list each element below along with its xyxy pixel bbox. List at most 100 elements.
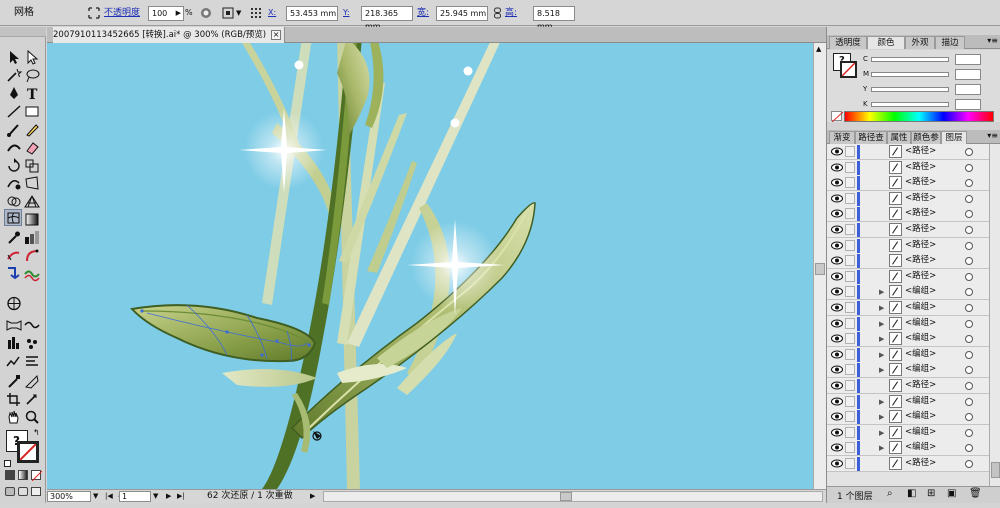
- visibility-eye-icon[interactable]: [831, 256, 843, 265]
- rotate-tool-icon[interactable]: [5, 157, 23, 174]
- target-circle-icon[interactable]: [965, 444, 973, 453]
- lock-toggle[interactable]: [845, 239, 855, 251]
- channel-y-slider[interactable]: [871, 87, 949, 92]
- visibility-eye-icon[interactable]: [831, 163, 843, 172]
- expand-triangle-icon[interactable]: ▶: [879, 429, 884, 437]
- tab-color-guide[interactable]: 颜色参: [911, 131, 941, 144]
- lock-toggle[interactable]: [845, 426, 855, 438]
- lock-toggle[interactable]: [845, 302, 855, 313]
- crosshair-tool-icon[interactable]: [5, 295, 23, 312]
- h-scroll-thumb[interactable]: [560, 492, 572, 501]
- channel-y-value[interactable]: [955, 84, 981, 95]
- crop-tool-icon[interactable]: [5, 391, 23, 408]
- height-field[interactable]: 8.518 mm: [533, 6, 575, 31]
- layer-row[interactable]: ▶ <编组>: [827, 424, 989, 441]
- tab-pathfinder[interactable]: 路径查: [855, 131, 887, 144]
- status-menu-icon[interactable]: ▶: [310, 490, 315, 503]
- channel-c-slider[interactable]: [871, 57, 949, 62]
- tab-color[interactable]: 颜色: [867, 36, 905, 49]
- opacity-label[interactable]: 不透明度: [104, 0, 140, 26]
- lock-toggle[interactable]: [845, 380, 855, 391]
- next-page-icon[interactable]: ▶: [166, 490, 171, 503]
- symbol-sprayer-tool-icon[interactable]: [5, 247, 23, 264]
- scroll-thumb[interactable]: [815, 263, 825, 275]
- perspective-grid-tool-icon[interactable]: [23, 193, 41, 210]
- target-circle-icon[interactable]: [965, 148, 973, 156]
- visibility-eye-icon[interactable]: [831, 334, 843, 343]
- visibility-eye-icon[interactable]: [831, 350, 843, 359]
- lock-toggle[interactable]: [845, 333, 855, 345]
- target-circle-icon[interactable]: [965, 226, 973, 234]
- target-circle-icon[interactable]: [965, 350, 973, 359]
- layer-row[interactable]: ▶ <编组>: [827, 300, 989, 316]
- layer-row[interactable]: <路径>: [827, 159, 989, 176]
- draw-behind-icon[interactable]: [18, 487, 28, 496]
- swap-colors-icon[interactable]: ↰: [33, 428, 40, 437]
- lock-toggle[interactable]: [845, 364, 855, 376]
- color-mode-icon[interactable]: [5, 470, 15, 480]
- blend-tool-icon[interactable]: [23, 229, 41, 246]
- target-circle-icon[interactable]: [965, 288, 973, 297]
- visibility-eye-icon[interactable]: [831, 147, 843, 156]
- layer-row[interactable]: <路径>: [827, 144, 989, 160]
- layer-row[interactable]: ▶ <编组>: [827, 393, 989, 410]
- target-circle-icon[interactable]: [965, 241, 973, 250]
- eyedropper-tool-icon[interactable]: [5, 229, 23, 246]
- tab-appearance[interactable]: 外观: [905, 36, 935, 49]
- target-circle-icon[interactable]: [965, 210, 973, 219]
- visibility-eye-icon[interactable]: [831, 287, 843, 296]
- target-circle-icon[interactable]: [965, 335, 973, 344]
- target-circle-icon[interactable]: [965, 194, 973, 203]
- target-circle-icon[interactable]: [965, 319, 973, 328]
- layer-row[interactable]: ▶ <编组>: [827, 331, 989, 348]
- magic-wand-tool-icon[interactable]: [5, 67, 23, 84]
- channel-m-value[interactable]: [955, 69, 981, 80]
- page-dropdown-icon[interactable]: ▼: [153, 490, 158, 503]
- paintbrush-tool-icon[interactable]: [5, 121, 23, 138]
- target-circle-icon[interactable]: [965, 428, 973, 437]
- lock-toggle[interactable]: [845, 442, 855, 454]
- document-tab[interactable]: 20079101134526​65 [转换].ai* @ 300% (RGB/预…: [53, 27, 286, 43]
- type-tool-icon[interactable]: T: [23, 85, 41, 103]
- page-field[interactable]: 1: [119, 491, 151, 502]
- lock-toggle[interactable]: [845, 286, 855, 298]
- pencil-tool-icon[interactable]: [23, 121, 41, 138]
- slice-select-tool-icon[interactable]: [23, 391, 41, 408]
- lock-toggle[interactable]: [845, 192, 855, 204]
- panel-menu-icon[interactable]: ▾≡: [987, 131, 998, 140]
- expand-triangle-icon[interactable]: ▶: [879, 288, 884, 296]
- lock-toggle[interactable]: [845, 177, 855, 189]
- zoom-tool-icon[interactable]: [23, 409, 41, 426]
- expand-triangle-icon[interactable]: ▶: [879, 304, 884, 312]
- target-circle-icon[interactable]: [965, 413, 973, 422]
- locate-object-icon[interactable]: ⌕: [887, 488, 893, 499]
- chevron-right-icon[interactable]: ▶: [176, 7, 181, 20]
- layer-row[interactable]: ▶ <编组>: [827, 284, 989, 301]
- layers-scrollbar[interactable]: [989, 144, 1000, 486]
- x-field[interactable]: 53.453 mm: [286, 6, 338, 21]
- panel-menu-icon[interactable]: ▾≡: [987, 36, 998, 45]
- visibility-eye-icon[interactable]: [831, 459, 843, 468]
- layer-row[interactable]: ▶ <编组>: [827, 346, 989, 363]
- rectangle-tool-icon[interactable]: [23, 103, 41, 120]
- graph-tool-icon[interactable]: [5, 335, 23, 352]
- hand-tool-icon[interactable]: [5, 409, 23, 426]
- layer-row[interactable]: <路径>: [827, 268, 989, 285]
- scroll-up-icon[interactable]: ▲: [816, 45, 821, 53]
- layer-row[interactable]: <路径>: [827, 456, 989, 472]
- stroke-proxy[interactable]: [840, 61, 857, 78]
- lock-toggle[interactable]: [845, 161, 855, 173]
- last-page-icon[interactable]: ▶|: [177, 490, 185, 503]
- visibility-eye-icon[interactable]: [831, 319, 843, 328]
- symbol-tool-icon[interactable]: [23, 335, 41, 352]
- target-circle-icon[interactable]: [965, 382, 973, 390]
- height-label[interactable]: 高:: [505, 0, 517, 26]
- lasso-tool-icon[interactable]: [23, 67, 41, 84]
- blob-brush-tool-icon[interactable]: [5, 139, 23, 156]
- screen-mode-icon[interactable]: [31, 487, 41, 496]
- slice-tool-icon[interactable]: [23, 265, 41, 282]
- measure-tool-icon[interactable]: [23, 373, 41, 390]
- layer-row[interactable]: ▶ <编组>: [827, 409, 989, 426]
- channel-c-value[interactable]: [955, 54, 981, 65]
- toolbox-grip[interactable]: [0, 27, 46, 37]
